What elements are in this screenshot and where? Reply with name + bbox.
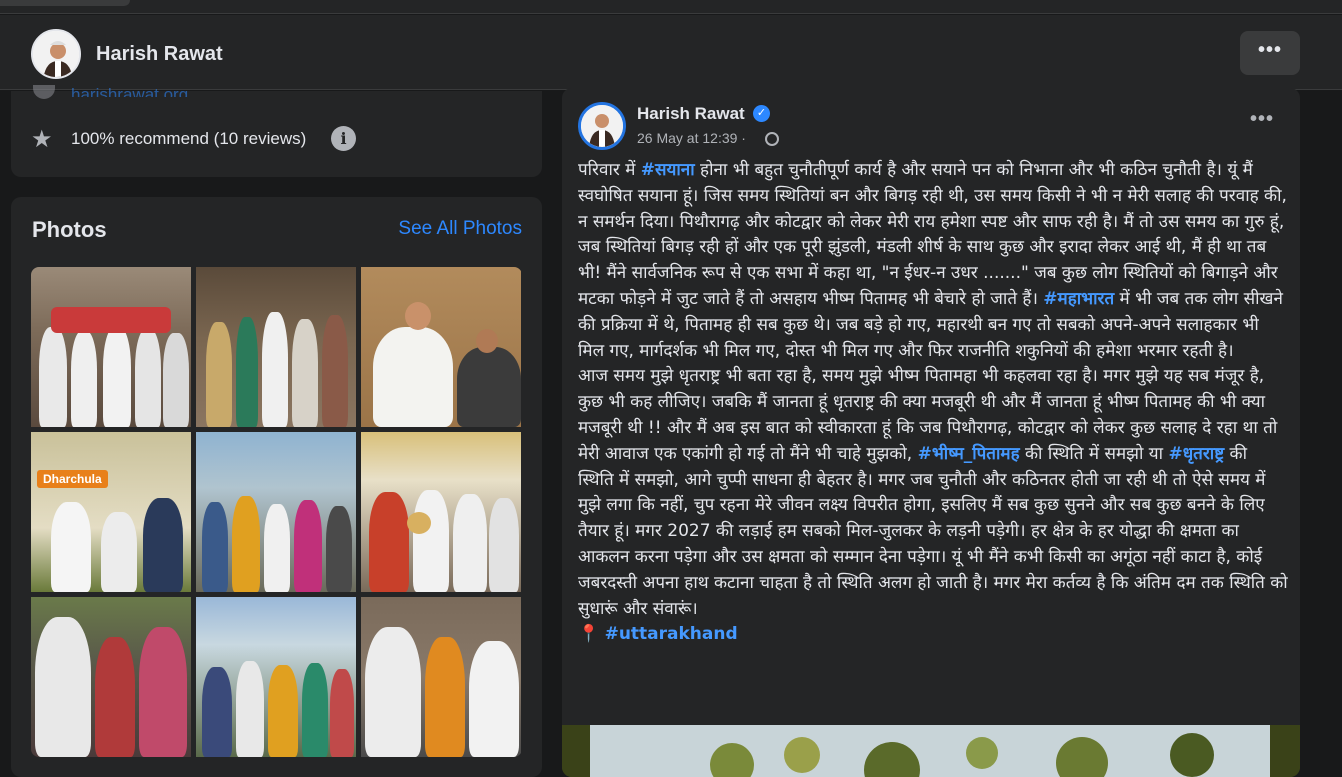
post-text-segment: की स्थिति में समझो, आगे चुप्पी साधना ही …	[578, 443, 1288, 619]
post-paragraph: परिवार में #सयाना होना भी बहुत चुनौतीपूर…	[578, 158, 1288, 364]
post-more-options-button[interactable]: •••	[1250, 108, 1274, 131]
photo-thumbnail[interactable]	[31, 267, 191, 427]
hashtag-link[interactable]: #महाभारत	[1043, 289, 1114, 309]
verified-badge-icon: ✓	[753, 105, 770, 122]
pin-icon: 📍	[578, 624, 600, 645]
browser-tab-stub[interactable]	[0, 0, 130, 6]
photo-thumbnail[interactable]	[196, 597, 356, 757]
hashtag-link[interactable]: #धृतराष्ट्र	[1168, 444, 1224, 464]
photo-thumbnail[interactable]	[361, 267, 521, 427]
post-author-name[interactable]: Harish Rawat	[637, 104, 745, 124]
photo-location-tag: Dharchula	[37, 470, 108, 488]
photo-thumbnail[interactable]	[361, 597, 521, 757]
post-image[interactable]	[562, 725, 1300, 777]
post-text-segment: होना भी बहुत चुनौतीपूर्ण कार्य है और सया…	[578, 160, 1287, 309]
star-icon: ★	[31, 126, 53, 153]
post-timestamp[interactable]: 26 May at 12:39 ·	[637, 130, 746, 146]
post-card: Harish Rawat ✓ 26 May at 12:39 · ••• परि…	[562, 88, 1300, 777]
page-name[interactable]: Harish Rawat	[96, 43, 223, 66]
post-text-segment: की स्थिति में समझो या	[1019, 443, 1169, 464]
post-paragraph: 📍 #uttarakhand	[578, 622, 1288, 648]
globe-icon	[765, 132, 779, 146]
post-text: परिवार में #सयाना होना भी बहुत चुनौतीपूर…	[578, 158, 1288, 648]
see-all-photos-link[interactable]: See All Photos	[398, 218, 522, 240]
photo-thumbnail[interactable]	[361, 432, 521, 592]
more-options-button[interactable]: •••	[1240, 31, 1300, 75]
photo-thumbnail[interactable]	[196, 267, 356, 427]
globe-icon	[33, 85, 55, 99]
page-header: Harish Rawat •••	[0, 15, 1342, 90]
recommend-text: 100% recommend (10 reviews)	[71, 129, 307, 148]
post-text-segment: परिवार में	[578, 160, 641, 180]
website-link[interactable]: harishrawat.org	[71, 85, 188, 97]
page-avatar[interactable]	[31, 29, 81, 79]
photo-thumbnail[interactable]	[31, 597, 191, 757]
post-paragraph: आज समय मुझे धृतराष्ट्र भी बता रहा है, सम…	[578, 364, 1288, 622]
photos-title[interactable]: Photos	[32, 217, 107, 243]
photos-card: Photos See All Photos Dharchula	[11, 197, 542, 777]
hashtag-link[interactable]: #भीष्म_पितामह	[918, 444, 1020, 464]
info-icon[interactable]: i	[331, 126, 356, 151]
photo-thumbnail[interactable]: Dharchula	[31, 432, 191, 592]
photo-grid: Dharchula	[31, 267, 522, 757]
post-author-avatar[interactable]	[578, 102, 626, 150]
hashtag-link[interactable]: #सयाना	[641, 160, 695, 180]
hashtag-link[interactable]: #uttarakhand	[605, 624, 738, 644]
photo-thumbnail[interactable]	[196, 432, 356, 592]
intro-card: harishrawat.org ★ 100% recommend (10 rev…	[11, 85, 542, 177]
browser-top-strip	[0, 0, 1342, 14]
